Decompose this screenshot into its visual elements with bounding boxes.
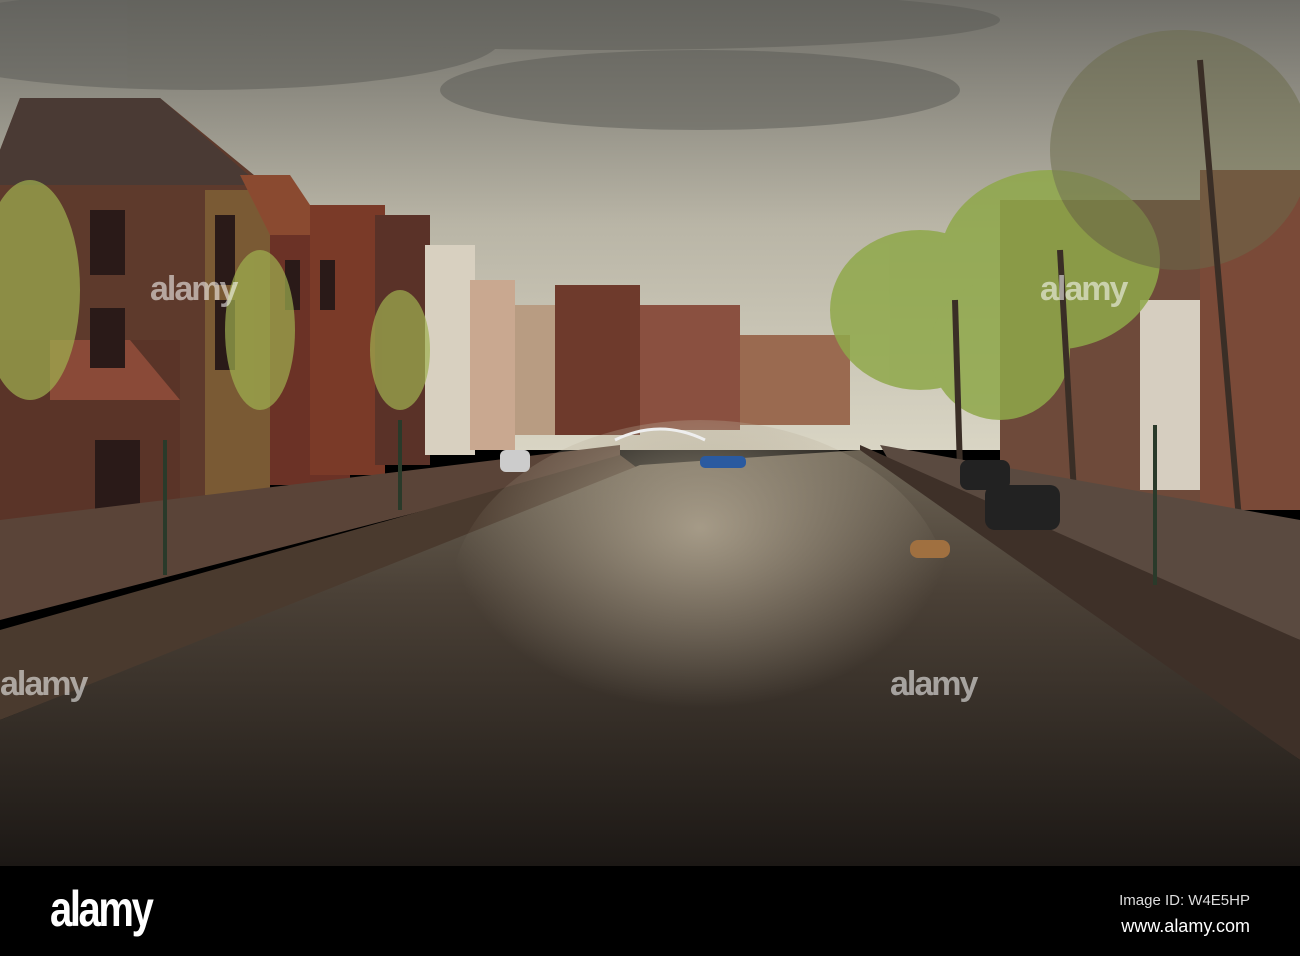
water-reflection [450,420,950,780]
site-url: www.alamy.com [1121,916,1250,936]
blue-boat [700,456,746,468]
watermark: alamy [0,665,88,703]
watermark: alamy [890,665,978,703]
watermark: alamy [150,270,238,308]
wooden-boat [910,540,950,558]
alamy-logo: alamy [50,881,154,937]
photo-stage: alamy alamy alamy alamy alamy Image ID: … [0,0,1300,956]
footer-bar: alamy Image ID: W4E5HP www.alamy.com [0,866,1300,956]
watermark: alamy [1040,270,1128,308]
image-id: Image ID: W4E5HP [1119,892,1250,909]
canal-photo [0,0,1300,866]
